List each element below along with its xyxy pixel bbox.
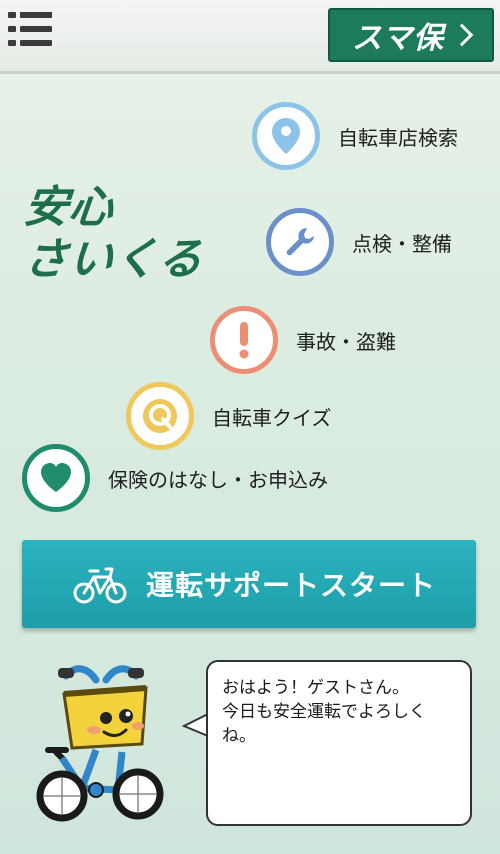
quiz-q-icon bbox=[126, 382, 194, 450]
app-logo: 安心 さいくる bbox=[21, 182, 206, 286]
bicycle-icon bbox=[73, 567, 127, 604]
wrench-icon bbox=[266, 208, 334, 276]
start-button-label: 運転サポートスタート bbox=[146, 569, 437, 602]
menu-item-insurance[interactable]: 保険のはなし・お申込み bbox=[22, 444, 328, 512]
header-bar: スマ保 bbox=[0, 0, 500, 74]
sumaho-button[interactable]: スマ保 bbox=[328, 8, 494, 62]
logo-line-1: 安心 bbox=[21, 182, 117, 233]
exclamation-icon bbox=[210, 306, 278, 374]
mascot-bicycle-character bbox=[36, 665, 164, 822]
menu-item-quiz[interactable]: 自転車クイズ bbox=[126, 382, 331, 450]
greeting-line-2: 今日も安全運転でよろしく bbox=[222, 702, 426, 722]
map-pin-icon bbox=[252, 102, 320, 170]
menu-label-accident: 事故・盗難 bbox=[296, 329, 396, 354]
menu-label-shop-search: 自転車店検索 bbox=[338, 125, 458, 150]
greeting-line-3: ね。 bbox=[222, 726, 256, 746]
sumaho-label: スマ保 bbox=[351, 21, 445, 56]
menu-item-shop-search[interactable]: 自転車店検索 bbox=[252, 102, 458, 170]
greeting-speech-bubble: おはよう！ゲストさん。 今日も安全運転でよろしく ね。 bbox=[206, 660, 472, 826]
heart-icon bbox=[22, 444, 90, 512]
hamburger-menu-icon[interactable] bbox=[8, 12, 52, 56]
chevron-right-icon bbox=[450, 23, 474, 47]
menu-item-inspection[interactable]: 点検・整備 bbox=[266, 208, 452, 276]
menu-label-insurance: 保険のはなし・お申込み bbox=[108, 467, 328, 492]
menu-item-accident[interactable]: 事故・盗難 bbox=[210, 306, 396, 374]
menu-label-quiz: 自転車クイズ bbox=[212, 405, 332, 430]
start-driving-support-button[interactable]: 運転サポートスタート bbox=[22, 540, 476, 628]
greeting-line-1: おはよう！ゲストさん。 bbox=[222, 678, 409, 698]
logo-line-2: さいくる bbox=[21, 234, 206, 285]
menu-label-inspection: 点検・整備 bbox=[352, 231, 452, 256]
